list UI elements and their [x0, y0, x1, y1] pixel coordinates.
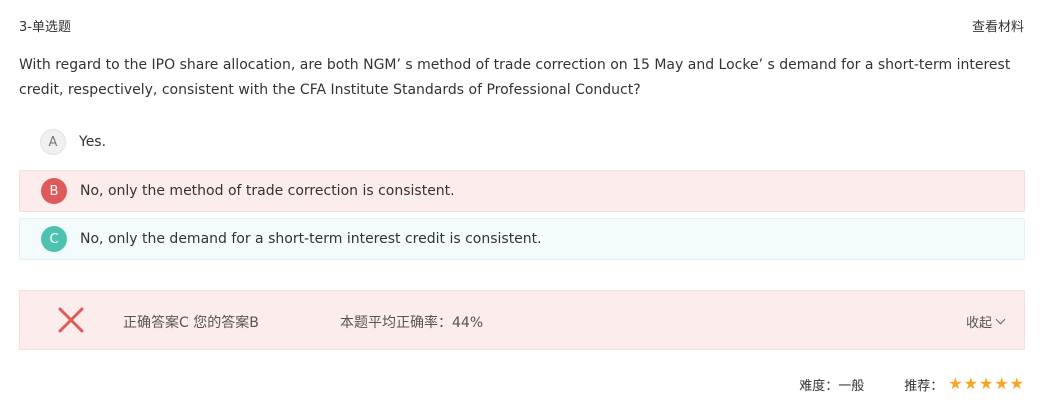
collapse-button[interactable]: 收起	[965, 312, 1006, 331]
option-b-text: No, only the method of trade correction …	[80, 183, 455, 199]
collapse-label: 收起	[965, 316, 992, 331]
option-a-text: Yes.	[79, 134, 107, 150]
question-text: With regard to the IPO share allocation,…	[19, 57, 1011, 98]
option-b-badge: B	[41, 178, 67, 204]
question-footer: 难度：一般 推荐： ★ ★ ★ ★ ★	[799, 374, 1024, 394]
question-type-label: 3-单选题	[19, 20, 71, 35]
star-icon: ★	[978, 374, 994, 393]
x-icon	[58, 307, 84, 333]
option-c[interactable]: C No, only the demand for a short-term i…	[19, 218, 1025, 260]
recommend-label: 推荐：	[904, 378, 944, 394]
option-b[interactable]: B No, only the method of trade correctio…	[19, 170, 1025, 212]
average-correct-rate: 本题平均正确率：44%	[340, 315, 484, 331]
recommend-stars: ★ ★ ★ ★ ★	[947, 376, 1024, 392]
difficulty-label: 难度：一般	[799, 378, 865, 394]
question-header: 3-单选题 查看材料	[19, 16, 1024, 36]
star-icon: ★	[994, 374, 1009, 393]
option-c-text: No, only the demand for a short-term int…	[80, 231, 542, 247]
star-icon: ★	[1009, 374, 1024, 393]
view-material-link[interactable]: 查看材料	[972, 16, 1024, 35]
chevron-down-icon	[995, 314, 1006, 325]
answer-result-panel: 正确答案C 您的答案B 本题平均正确率：44% 收起	[19, 290, 1025, 350]
option-a[interactable]: A Yes.	[19, 121, 1025, 163]
star-icon: ★	[948, 374, 963, 393]
answer-summary: 正确答案C 您的答案B	[123, 315, 259, 331]
option-a-badge: A	[40, 129, 66, 155]
option-c-badge: C	[41, 226, 67, 252]
star-icon: ★	[963, 374, 978, 393]
